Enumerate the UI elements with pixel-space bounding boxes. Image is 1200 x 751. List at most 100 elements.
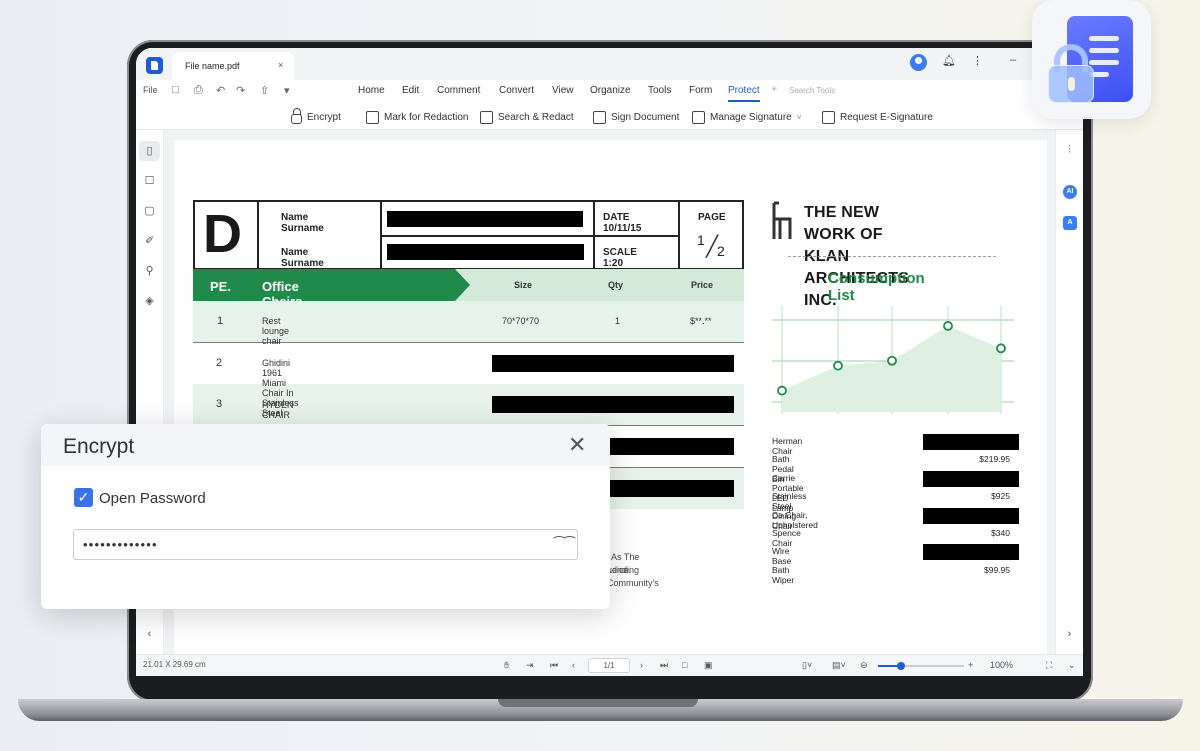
properties-icon[interactable]: ⫶ — [1063, 144, 1076, 157]
mark-for-redaction-button[interactable]: Mark for Redaction — [366, 108, 468, 126]
redaction-block — [923, 507, 1019, 524]
open-password-checkbox[interactable]: ✓ — [74, 488, 93, 507]
fullscreen-icon[interactable]: ⛶ — [1046, 660, 1052, 671]
bookmark-icon[interactable]: ☐ — [143, 175, 156, 188]
page-number-input[interactable]: 1/1 — [588, 658, 630, 673]
next-page-icon[interactable]: › — [640, 660, 643, 670]
share-icon[interactable]: ⇧ — [260, 84, 269, 97]
redaction-block — [923, 434, 1019, 450]
lightbulb-icon: ☀ — [770, 84, 779, 94]
zoom-slider[interactable] — [878, 662, 964, 670]
encrypt-button[interactable]: Encrypt — [291, 108, 341, 126]
comment-icon[interactable]: ▢ — [143, 205, 156, 218]
row-qty: 1 — [615, 316, 621, 326]
fit-width-icon[interactable]: ▣ — [704, 660, 713, 671]
ai-assistant-icon[interactable]: AI — [1063, 185, 1077, 199]
menu-file[interactable]: File — [143, 85, 158, 95]
layers-icon[interactable]: ◈ — [143, 295, 156, 308]
laptop-notch — [498, 699, 698, 707]
document-tab[interactable]: File name.pdf × — [172, 52, 294, 80]
hand-tool-icon[interactable]: ✋︎ — [504, 660, 509, 671]
menu-edit[interactable]: Edit — [402, 85, 419, 96]
consumption-title: Consumption List — [828, 270, 925, 304]
menu-tools[interactable]: Tools — [648, 85, 671, 96]
collapse-icon[interactable]: ⌄ — [1068, 660, 1076, 671]
save-icon[interactable]: □ — [172, 84, 179, 96]
page-label: PAGE — [698, 212, 726, 223]
encrypt-label: Encrypt — [307, 111, 341, 123]
menu-convert[interactable]: Convert — [499, 85, 534, 96]
manage-signature-button[interactable]: Manage Signature ˅ — [692, 108, 801, 126]
encrypt-dialog: Encrypt ✕ ✓ Open Password ••••••••••••• … — [41, 424, 610, 609]
minimize-icon[interactable]: – — [1010, 54, 1016, 66]
chevron-right-icon[interactable]: › — [1063, 628, 1076, 641]
right-sidebar: ⫶ AI A › — [1055, 130, 1083, 654]
menu-view[interactable]: View — [552, 85, 574, 96]
page-fraction-num: 1 — [697, 232, 705, 248]
fit-page-icon[interactable]: □ — [682, 660, 687, 670]
redo-icon[interactable]: ↷ — [236, 84, 245, 97]
logo-letter: D — [203, 204, 242, 264]
zoom-in-icon[interactable]: + — [968, 660, 973, 670]
lock-icon — [291, 108, 302, 124]
row-num: 1 — [217, 315, 224, 327]
dropdown-icon[interactable]: ▾ — [284, 84, 290, 97]
zoom-level[interactable]: 100% — [990, 660, 1013, 670]
zoom-slider-knob[interactable] — [897, 662, 906, 670]
translate-icon[interactable]: A — [1063, 216, 1077, 230]
close-tab-icon[interactable]: × — [278, 60, 283, 70]
chevron-left-icon[interactable]: ‹ — [143, 628, 156, 641]
open-password-label[interactable]: Open Password — [99, 490, 206, 507]
date-label: DATE 10/11/15 — [603, 212, 642, 234]
name-surname-1: Name Surname — [281, 212, 324, 234]
attachment-icon[interactable]: ✐ — [143, 235, 156, 248]
zoom-out-icon[interactable]: ⊖ — [860, 660, 868, 671]
prev-page-icon[interactable]: ‹ — [572, 660, 575, 670]
divider — [678, 200, 680, 270]
row-name: Rest lounge chair — [262, 316, 290, 346]
page-layout-icon[interactable]: ▤˅ — [832, 660, 846, 671]
pages-icon[interactable]: ▯ — [143, 145, 156, 158]
menu-comment[interactable]: Comment — [437, 85, 480, 96]
manage-signature-label: Manage Signature — [710, 111, 792, 123]
search-redact-icon — [480, 110, 493, 124]
sign-document-icon — [593, 110, 606, 124]
more-icon[interactable]: ⋮ — [972, 54, 983, 67]
avatar-icon[interactable] — [910, 54, 927, 71]
hide-password-icon[interactable]: ⁀⁀ — [554, 536, 575, 552]
item-price: $99.95 — [984, 564, 1010, 575]
row-price: $**.** — [690, 316, 712, 326]
search-tools-input[interactable]: Search Tools — [789, 86, 835, 95]
request-esignature-button[interactable]: Request E-Signature — [822, 108, 933, 126]
col-price-header: Price — [691, 280, 714, 290]
sign-document-button[interactable]: Sign Document — [593, 108, 679, 126]
redaction-block — [387, 244, 584, 260]
menu-form[interactable]: Form — [689, 85, 712, 96]
item-name: Herman Chair — [772, 436, 803, 456]
menu-protect[interactable]: Protect — [728, 85, 760, 102]
menu-organize[interactable]: Organize — [590, 85, 631, 96]
request-esignature-label: Request E-Signature — [840, 111, 933, 123]
pe-label: PE. — [210, 279, 231, 294]
item-name: Wire Base — [772, 546, 792, 567]
close-icon[interactable]: ✕ — [568, 432, 586, 458]
search-redact-button[interactable]: Search & Redact — [480, 108, 574, 126]
first-page-icon[interactable]: ⏮︎ — [550, 660, 558, 671]
search-icon[interactable]: ⚲ — [143, 265, 156, 278]
tab-title: File name.pdf — [185, 61, 240, 71]
select-tool-icon[interactable]: ⇥ — [526, 660, 534, 671]
item-price: $219.95 — [979, 454, 1010, 465]
password-field[interactable]: ••••••••••••• ⁀⁀ — [73, 529, 578, 560]
page-fraction-den: 2 — [717, 243, 725, 259]
row-num: 3 — [216, 398, 223, 410]
single-page-icon[interactable]: ▯˅ — [802, 660, 812, 671]
undo-icon[interactable]: ↶ — [216, 84, 225, 97]
dialog-header: Encrypt ✕ — [41, 424, 610, 466]
redaction-block — [492, 396, 734, 413]
menu-home[interactable]: Home — [358, 85, 385, 96]
print-icon[interactable]: ⎙ — [194, 84, 203, 97]
consumption-chart — [772, 306, 1014, 414]
bell-icon[interactable]: 🔔︎ — [942, 54, 956, 67]
last-page-icon[interactable]: ⏭︎ — [660, 660, 668, 671]
chart-point — [996, 343, 1006, 354]
